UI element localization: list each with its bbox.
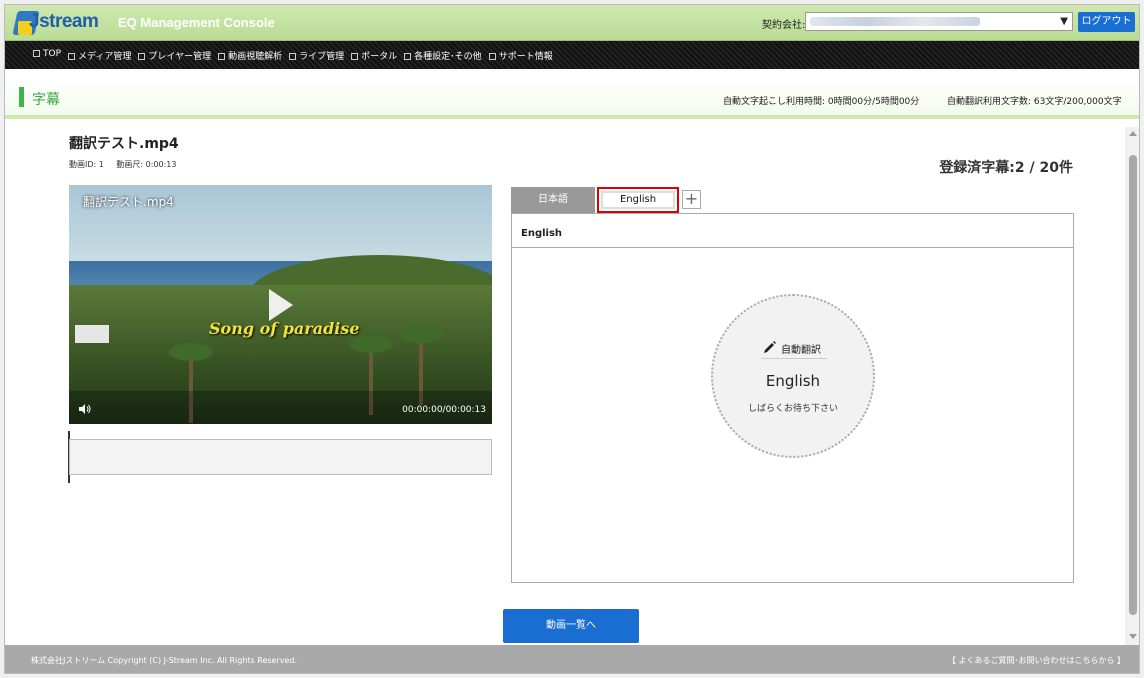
video-id: 動画ID: 1 xyxy=(69,160,104,169)
status-language: English xyxy=(765,372,821,390)
transcription-usage: 自動文字起こし利用時間: 0時間00分/5時間00分 xyxy=(723,97,920,107)
video-title: 翻訳テスト.mp4 xyxy=(69,136,179,152)
subtitle-panel: English 自動翻訳 English しばらくお待ち下さい xyxy=(511,213,1074,583)
nav-checkbox-icon xyxy=(33,50,40,57)
subtitle-count: 登録済字幕:2 / 20件 xyxy=(939,160,1073,176)
panel-header-label: English xyxy=(521,228,563,239)
video-frame-palm xyxy=(169,343,213,361)
heading-accent-bar xyxy=(19,87,24,107)
nav-item-top[interactable]: TOP xyxy=(33,49,61,62)
nav-checkbox-icon xyxy=(488,53,496,60)
nav-item-label: プレイヤー管理 xyxy=(148,52,212,62)
nav-item-player[interactable]: プレイヤー管理 xyxy=(138,49,211,62)
player-controls: 00:00:00/00:00:13 xyxy=(69,391,492,424)
nav-checkbox-icon xyxy=(404,53,412,60)
nav-item-support[interactable]: サポート情報 xyxy=(488,49,553,62)
nav-item-label: メディア管理 xyxy=(78,52,132,62)
add-tab-button[interactable]: + xyxy=(682,190,701,209)
logo-text: Jstream xyxy=(29,11,99,32)
app-title: EQ Management Console xyxy=(118,15,275,30)
scroll-thumb[interactable] xyxy=(1129,155,1137,615)
logout-button[interactable]: ログアウト xyxy=(1078,12,1135,32)
nav-item-label: 動画視聴解析 xyxy=(228,52,283,62)
page-title: 字幕 xyxy=(32,92,60,108)
top-header: Jstream EQ Management Console 契約会社: ▼ ログ… xyxy=(5,5,1139,41)
status-divider xyxy=(761,358,827,359)
scrollbar[interactable] xyxy=(1125,127,1139,645)
nav-item-live[interactable]: ライブ管理 xyxy=(289,49,344,62)
main-nav: TOP メディア管理 プレイヤー管理 動画視聴解析 ライブ管理 ポータル 各種設… xyxy=(5,41,1139,69)
contract-value-redacted xyxy=(810,17,980,26)
contract-label: 契約会社: xyxy=(762,20,806,31)
pencil-icon xyxy=(764,341,776,353)
copyright-text: 株式会社Jストリーム Copyright (C) J-Stream Inc. A… xyxy=(31,656,298,665)
scroll-up-icon[interactable] xyxy=(1129,131,1137,136)
auto-translate-label: 自動翻訳 xyxy=(781,345,821,356)
contract-select[interactable]: ▼ xyxy=(805,12,1073,31)
nav-item-label: ポータル xyxy=(361,52,398,62)
translation-status-circle: 自動翻訳 English しばらくお待ち下さい xyxy=(711,294,875,458)
jstream-logo[interactable]: Jstream xyxy=(12,9,105,37)
tab-english[interactable]: English xyxy=(597,187,679,213)
page-heading-bar: 字幕 自動文字起こし利用時間: 0時間00分/5時間00分 自動翻訳利用文字数:… xyxy=(5,81,1139,119)
nav-item-label: TOP xyxy=(43,49,62,59)
app-window: Jstream EQ Management Console 契約会社: ▼ ログ… xyxy=(4,4,1140,674)
status-message: しばらくお待ち下さい xyxy=(747,404,838,414)
nav-checkbox-icon xyxy=(351,53,359,60)
nav-item-portal[interactable]: ポータル xyxy=(351,49,397,62)
nav-item-settings[interactable]: 各種設定･その他 xyxy=(404,49,482,62)
caption-display xyxy=(69,439,492,475)
chevron-down-icon: ▼ xyxy=(1060,16,1068,27)
player-title: 翻訳テスト.mp4 xyxy=(83,195,174,209)
video-player[interactable]: 翻訳テスト.mp4 Song of paradise 00:00:00/00:0… xyxy=(69,185,492,424)
video-frame-house xyxy=(75,325,109,343)
nav-item-media[interactable]: メディア管理 xyxy=(68,49,131,62)
tab-japanese[interactable]: 日本語 xyxy=(511,187,595,213)
scroll-down-icon[interactable] xyxy=(1129,634,1137,639)
nav-checkbox-icon xyxy=(218,53,226,60)
nav-item-label: サポート情報 xyxy=(498,52,553,62)
contact-link[interactable]: 【 よくあるご質問･お問い合わせはこちらから 】 xyxy=(948,655,1125,666)
nav-checkbox-icon xyxy=(68,53,76,60)
panel-header: English xyxy=(512,214,1073,248)
nav-item-label: ライブ管理 xyxy=(299,52,345,62)
video-meta: 動画ID: 1 動画尺: 0:00:13 xyxy=(69,159,186,170)
time-readout: 00:00:00/00:00:13 xyxy=(402,405,486,415)
nav-item-analytics[interactable]: 動画視聴解析 xyxy=(218,49,282,62)
footer: 株式会社Jストリーム Copyright (C) J-Stream Inc. A… xyxy=(5,645,1139,673)
nav-item-label: 各種設定･その他 xyxy=(414,52,482,62)
nav-checkbox-icon xyxy=(138,53,146,60)
nav-checkbox-icon xyxy=(289,53,297,60)
burned-in-caption: Song of paradise xyxy=(209,319,360,338)
video-duration: 動画尺: 0:00:13 xyxy=(116,160,177,169)
translation-usage: 自動翻訳利用文字数: 63文字/200,000文字 xyxy=(947,97,1122,107)
main-content: 翻訳テスト.mp4 動画ID: 1 動画尺: 0:00:13 登録済字幕:2 /… xyxy=(5,127,1125,645)
volume-icon[interactable] xyxy=(79,404,91,414)
video-frame-palm xyxy=(399,325,443,343)
back-to-list-button[interactable]: 動画一覧へ xyxy=(503,609,639,643)
play-icon[interactable] xyxy=(269,289,293,321)
